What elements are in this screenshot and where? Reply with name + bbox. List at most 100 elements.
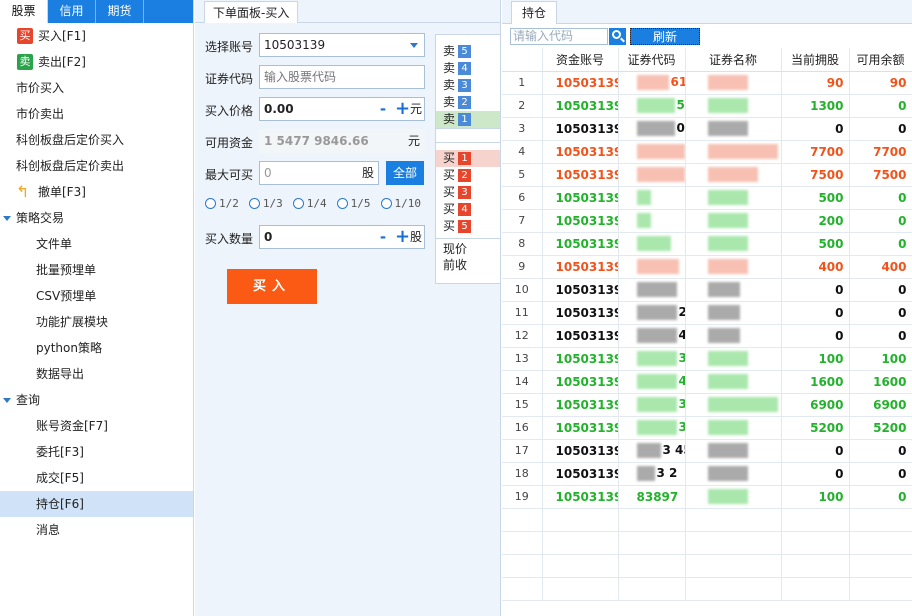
search-input[interactable]: 请输入代码 [510,28,608,45]
nav-positions[interactable]: 持仓[F6] [0,491,193,517]
fraction-label: 1/10 [394,197,422,210]
row-held: 200 [781,209,850,233]
row-code: 3 2 [656,466,678,480]
col-header-name[interactable]: 证券名称 [685,48,782,72]
account-label: 选择账号 [205,40,254,54]
nav-csv-preorder[interactable]: CSV预埋单 [0,283,193,309]
row-held: 400 [781,255,850,279]
nav-star-after-sell[interactable]: 科创板盘后定价卖出 [0,153,193,179]
nav-file-order-label: 文件单 [36,237,73,251]
table-row[interactable]: 1510503139 31 69006900 [502,393,912,417]
code-input[interactable] [259,65,425,89]
qty-input[interactable]: 0 - + 股 [259,225,425,249]
fraction-half[interactable]: 1/2 [205,197,239,210]
chevron-down-icon [410,43,418,48]
nav-extension-module[interactable]: 功能扩展模块 [0,309,193,335]
nav-sell[interactable]: 卖 卖出[F2] [0,49,193,75]
table-row[interactable]: 1410503139 4 16001600 [502,370,912,394]
nav-buy[interactable]: 买 买入[F1] [0,23,193,49]
fraction-third[interactable]: 1/3 [248,197,283,210]
row-name-cell [685,347,782,371]
table-row[interactable]: 19 10503139 83897 100 0 [502,485,912,509]
fraction-tenth[interactable]: 1/10 [380,197,422,210]
nav-star-after-buy-label: 科创板盘后定价买入 [16,133,125,147]
buy-button[interactable]: 买入 [227,269,317,304]
redacted-block [707,466,748,481]
redacted-block [707,259,748,274]
ask-label: 卖 [443,95,456,109]
row-held: 90 [781,71,850,95]
fraction-label: 1/4 [306,197,327,210]
nav-messages[interactable]: 消息 [0,517,193,543]
table-row[interactable]: 1310503139 3 100100 [502,347,912,371]
row-index: 3 [502,117,543,141]
table-row[interactable]: 5 10503139 7500 7500 [502,163,912,187]
table-row[interactable]: 1210503139 4 00 [502,324,912,348]
redacted-block [707,305,740,320]
fraction-quarter[interactable]: 1/4 [292,197,327,210]
table-row[interactable]: 18 10503139 3 2 00 [502,462,912,486]
account-select[interactable]: 10503139 [259,33,425,57]
price-stepper: - + 元 [377,98,422,120]
row-account: 10503139 [542,186,619,210]
search-button[interactable] [609,28,626,45]
row-code: 35 [679,420,685,434]
fraction-fifth[interactable]: 1/5 [336,197,371,210]
all-button[interactable]: 全部 [386,161,424,185]
table-row[interactable]: 210503139 5 0 13000 [502,94,912,118]
radio-icon [380,198,392,209]
table-row[interactable]: 9 10503139 400 400 [502,255,912,279]
nav-data-export[interactable]: 数据导出 [0,361,193,387]
redacted-block [636,121,675,136]
table-row[interactable]: 10 10503139 0 0 [502,278,912,302]
refresh-button[interactable]: 刷新 [630,28,700,45]
nav-account-funds[interactable]: 账号资金[F7] [0,413,193,439]
row-available: 0 [849,439,912,463]
redacted-block [707,489,748,504]
nav-python-strategy[interactable]: python策略 [0,335,193,361]
col-header-code[interactable]: 证券代码 [618,48,686,72]
row-account: 10503139 [542,485,619,509]
table-row[interactable]: 8 10503139 500 0 [502,232,912,256]
row-name-cell [685,393,782,417]
price-input[interactable]: 0.00 - + 元 [259,97,425,121]
minus-icon[interactable]: - [377,226,389,248]
table-row[interactable]: 4 10503139 7700 7700 [502,140,912,164]
tab-order-buy[interactable]: 下单面板-买入 [204,1,299,23]
minus-icon[interactable]: - [377,98,389,120]
table-row[interactable]: 3 10503139 0 0 0 [502,117,912,141]
col-header-account[interactable]: 资金账号 [542,48,619,72]
tab-stock[interactable]: 股票 [0,0,48,23]
nav-market-sell-label: 市价卖出 [16,107,65,121]
nav-query-group[interactable]: 查询 [0,387,193,413]
table-row[interactable]: 7 10503139 200 0 [502,209,912,233]
row-account: 10503139 [542,232,619,256]
row-code: 61 [670,75,685,89]
row-code-cell: 3 2 [618,462,686,486]
nav-cancel[interactable]: ↰ 撤单[F3] [0,179,193,205]
table-row[interactable]: 110503139 61 9090 [502,71,912,95]
redacted-block [636,167,684,182]
plus-icon[interactable]: + [395,98,410,120]
col-header-available[interactable]: 可用余额 [849,48,912,72]
table-row[interactable]: 1610503139 35 52005200 [502,416,912,440]
table-row[interactable]: 1110503139 2 00 [502,301,912,325]
col-header-held[interactable]: 当前拥股 [781,48,850,72]
nav-orders[interactable]: 委托[F3] [0,439,193,465]
expand-triangle-icon [3,216,11,221]
nav-trades[interactable]: 成交[F5] [0,465,193,491]
nav-market-buy[interactable]: 市价买入 [0,75,193,101]
tab-positions[interactable]: 持仓 [511,1,558,24]
table-row[interactable]: 1710503139 3 45 00 [502,439,912,463]
nav-market-sell[interactable]: 市价卖出 [0,101,193,127]
redacted-block [636,443,661,458]
tab-credit[interactable]: 信用 [48,0,96,23]
nav-star-after-buy[interactable]: 科创板盘后定价买入 [0,127,193,153]
table-row[interactable]: 6 10503139 500 0 [502,186,912,210]
nav-batch-preorder[interactable]: 批量预埋单 [0,257,193,283]
row-name-cell [685,370,782,394]
plus-icon[interactable]: + [395,226,410,248]
tab-futures[interactable]: 期货 [96,0,144,23]
nav-file-order[interactable]: 文件单 [0,231,193,257]
nav-strategy-group[interactable]: 策略交易 [0,205,193,231]
